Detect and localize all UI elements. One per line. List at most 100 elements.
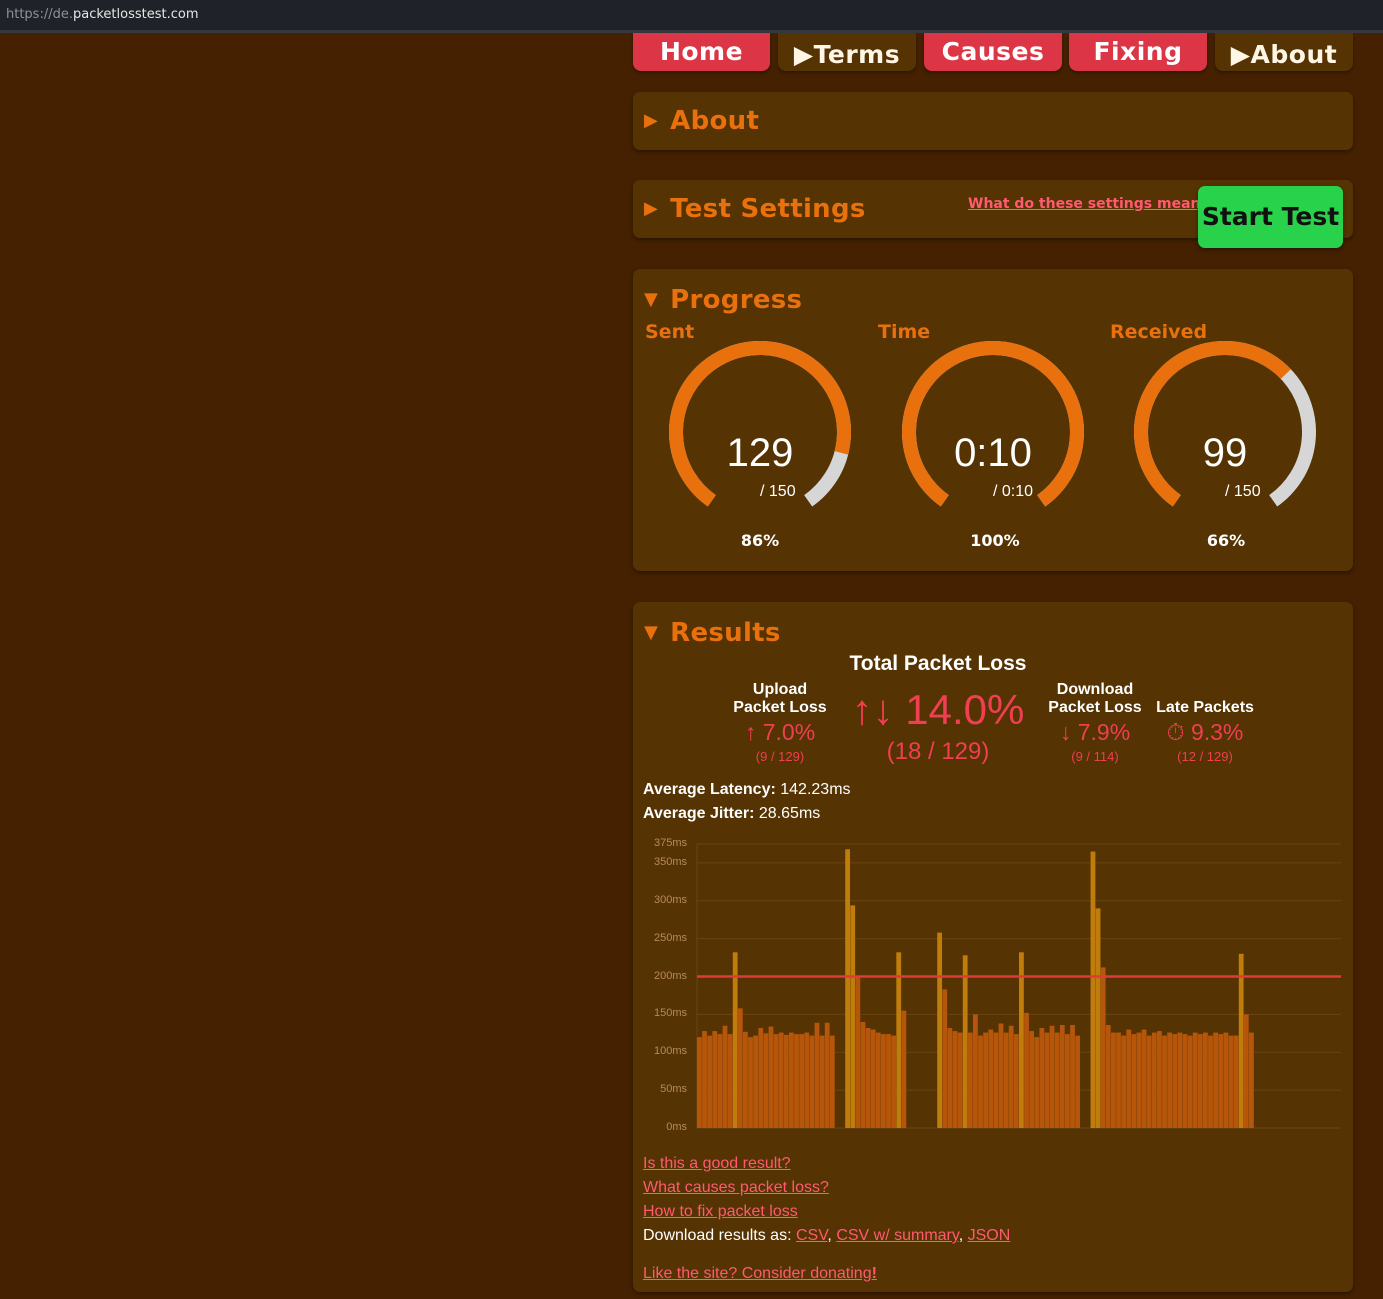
latency-value: 142.23ms [780,781,851,798]
late-packets-heading: Late Packets [1156,699,1254,716]
latency-bar [845,849,851,1128]
about-panel[interactable]: ▶ About [633,92,1353,150]
latency-bar [937,932,943,1128]
jitter-value: 28.65ms [758,805,821,822]
latency-bar [891,1035,897,1128]
jitter-label: Average Jitter: [643,805,755,822]
latency-bar [978,1035,983,1128]
latency-bar [1162,1035,1167,1128]
nav-fixing-button[interactable]: Fixing [1069,33,1207,71]
latency-bar [824,1022,830,1128]
progress-panel-header[interactable]: ▼ Progress [644,285,802,315]
test-settings-header[interactable]: ▶ Test Settings [644,194,866,224]
latency-bar [758,1028,764,1128]
causes-link[interactable]: What causes packet loss? [643,1179,829,1197]
latency-bar [855,976,861,1128]
latency-bar [778,1032,784,1128]
latency-bar [1126,1029,1132,1128]
latency-bar [1218,1034,1224,1128]
latency-bar [1172,1034,1178,1128]
download-csv-link[interactable]: CSV [796,1227,827,1244]
latency-bar [1208,1035,1213,1128]
latency-bar [1024,1012,1029,1128]
latency-bar [850,905,856,1128]
test-settings-panel[interactable]: ▶ Test Settings What do these settings me… [633,180,1353,248]
latency-bar [707,1035,713,1128]
late-packets-value: ⏱ 9.3% [1150,719,1260,746]
latency-bar [1131,1034,1137,1128]
good-result-link[interactable]: Is this a good result? [643,1155,791,1173]
collapsed-triangle-icon: ▶ [644,110,659,131]
latency-bar [1197,1034,1203,1128]
latency-bar [737,1008,743,1128]
latency-bar [1105,1025,1111,1128]
latency-bar [1238,953,1244,1128]
nav-home-button[interactable]: Home [633,33,770,71]
upload-heading-line2: Packet Loss [733,699,827,716]
upload-heading-line1: Upload [752,681,808,698]
received-ring-fill [1134,341,1291,507]
donate-link[interactable]: Like the site? Consider donating! [643,1265,877,1283]
latency-bar [1003,1032,1009,1128]
fix-link[interactable]: How to fix packet loss [643,1203,798,1221]
latency-bar [1121,1035,1127,1128]
latency-bar [697,1037,702,1128]
latency-bar [1203,1032,1208,1128]
latency-bar [1116,1032,1121,1128]
latency-bar [768,1026,774,1128]
late-packets-percent: 9.3% [1190,719,1244,745]
total-loss-percent: 14.0% [905,686,1025,733]
latency-bar [1095,908,1101,1128]
latency-bar [753,1035,759,1128]
latency-bar [1070,1025,1075,1128]
expanded-triangle-icon: ▼ [644,289,659,310]
latency-bar [1151,1032,1157,1128]
download-csv-summary-link[interactable]: CSV w/ summary [836,1227,958,1244]
progress-panel: ▼ Progress Sent 129 / 150 86% Time 0:10 /… [633,269,1353,571]
latency-label: Average Latency: [643,781,776,798]
collapsed-triangle-icon: ▶ [644,198,659,219]
received-count: 99 [1202,431,1248,475]
average-jitter: Average Jitter: 28.65ms [643,805,820,823]
latency-bar [1243,1014,1249,1128]
latency-bar [870,1029,876,1128]
latency-bar [993,1032,999,1128]
up-down-arrows-icon: ↑↓ [851,686,894,733]
latency-bar [973,1014,978,1128]
latency-bar [865,1028,871,1128]
latency-bar [1090,851,1096,1128]
time-percent: 100% [970,531,1020,550]
latency-bar [712,1031,718,1128]
latency-bar [717,1034,723,1128]
nav-causes-button[interactable]: Causes [924,33,1062,71]
latency-bar [1213,1032,1219,1128]
start-test-button[interactable]: Start Test [1198,186,1343,248]
latency-bar [998,1023,1004,1128]
latency-bar [957,1032,963,1128]
latency-bar [896,952,902,1128]
nav-about-button[interactable]: ▶About [1215,33,1353,71]
results-panel-title: Results [670,618,781,648]
nav-terms-button[interactable]: ▶Terms [778,33,916,71]
sent-total: / 150 [760,483,796,500]
latency-bar [763,1033,769,1128]
latency-bar [1146,1035,1152,1128]
about-panel-header[interactable]: ▶ About [644,106,759,136]
latency-bar [881,1034,886,1128]
download-json-link[interactable]: JSON [968,1227,1011,1244]
results-panel-header[interactable]: ▼ Results [644,618,781,648]
up-arrow-icon: ↑ [744,719,757,745]
settings-help-link[interactable]: What do these settings mean? [968,196,1209,212]
latency-bar [1100,967,1106,1128]
download-heading-line2: Packet Loss [1048,699,1142,716]
latency-bar [860,1021,866,1128]
latency-bar [732,952,738,1128]
latency-bar [794,1034,799,1128]
latency-bar [1049,1025,1055,1128]
browser-address-bar[interactable]: https://de.packetlosstest.com [0,0,1383,33]
sent-ring-fill [669,341,851,507]
latency-bar [1039,1028,1045,1128]
latency-bar [1019,952,1024,1128]
latency-bar [962,955,968,1128]
latency-bar [814,1022,820,1128]
